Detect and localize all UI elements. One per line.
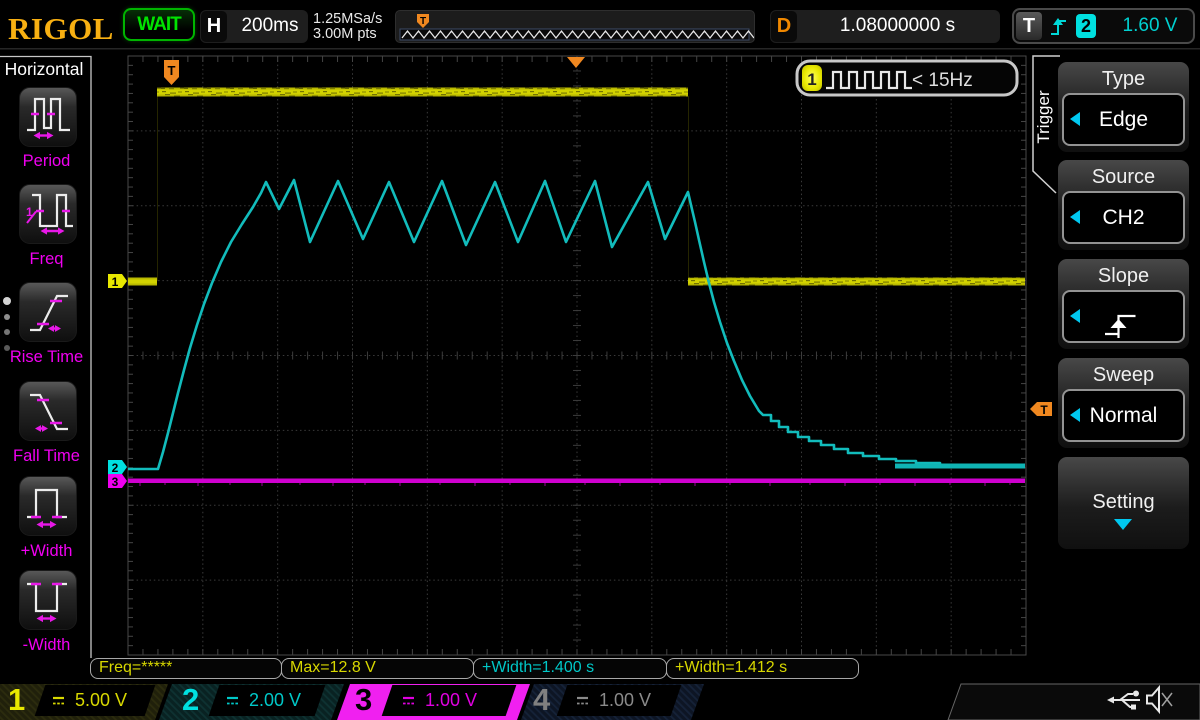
svg-text:1: 1 [807, 70, 816, 89]
svg-text:< 15Hz: < 15Hz [912, 70, 973, 91]
svg-text:T: T [168, 63, 176, 78]
svg-text:T: T [420, 16, 426, 27]
svg-text:T: T [1040, 403, 1048, 417]
